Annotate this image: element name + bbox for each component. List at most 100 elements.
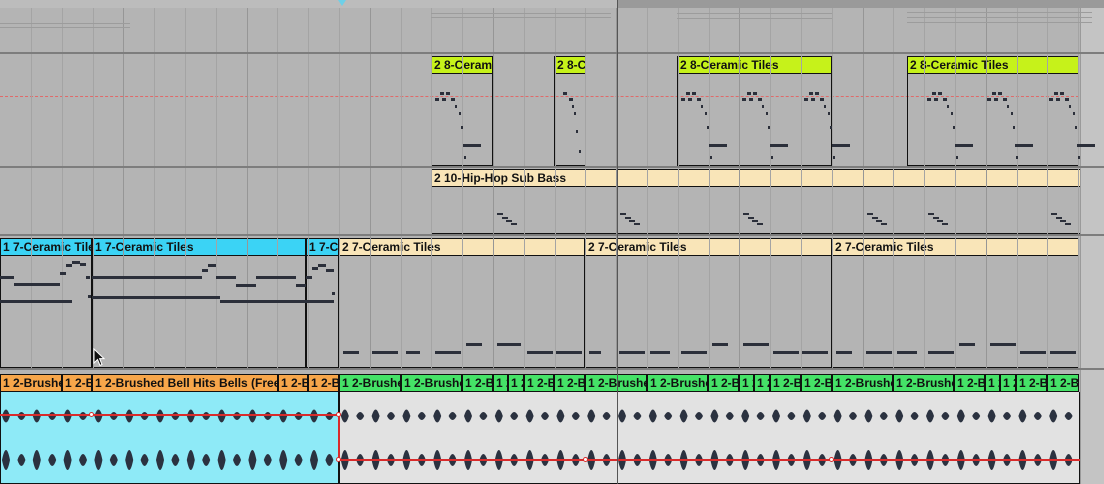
clip-header[interactable]: 1 7-Ceramic Tiles [92, 238, 306, 256]
clip-header[interactable]: 1 2-Brushed Bell Hits Bells (Free) [770, 374, 801, 392]
midi-note[interactable] [0, 300, 72, 303]
clip-header[interactable]: 1 7-Ceramic Tiles [306, 238, 339, 256]
midi-note[interactable] [742, 98, 746, 101]
clip-header[interactable]: 1 2-Brushed Bell Hits Bells (Free) [508, 374, 524, 392]
midi-note[interactable] [820, 98, 824, 101]
midi-note[interactable] [758, 98, 762, 101]
midi-note[interactable] [681, 98, 685, 101]
midi-note[interactable] [881, 223, 887, 225]
midi-note[interactable] [1056, 217, 1062, 219]
clip-header[interactable]: 1 2-Brushed Bell Hits Bells (Free) [708, 374, 739, 392]
midi-note[interactable] [634, 223, 640, 225]
midi-note[interactable] [406, 351, 420, 354]
midi-note[interactable] [942, 223, 948, 225]
midi-note[interactable] [343, 351, 359, 354]
track-top[interactable] [0, 8, 1104, 52]
midi-note[interactable] [934, 98, 938, 101]
midi-note[interactable] [833, 156, 835, 159]
midi-note[interactable] [620, 213, 626, 215]
midi-note[interactable] [619, 351, 645, 354]
midi-note[interactable] [692, 92, 696, 95]
midi-note[interactable] [705, 112, 707, 115]
midi-note[interactable] [66, 264, 72, 267]
midi-note[interactable] [435, 351, 461, 354]
midi-note[interactable] [707, 126, 709, 129]
clip-header[interactable]: 1 2-Brushed Bell Hits Bells (Free) [308, 374, 339, 392]
midi-clip-body[interactable] [92, 256, 306, 368]
midi-note[interactable] [1078, 156, 1080, 159]
midi-note[interactable] [959, 343, 975, 346]
midi-note[interactable] [757, 223, 763, 225]
midi-note[interactable] [836, 351, 852, 354]
midi-note[interactable] [440, 92, 444, 95]
midi-note[interactable] [372, 351, 398, 354]
midi-note[interactable] [697, 98, 701, 101]
midi-note[interactable] [497, 213, 503, 215]
midi-note[interactable] [771, 156, 773, 159]
midi-note[interactable] [1016, 156, 1018, 159]
midi-note[interactable] [92, 296, 214, 299]
midi-note[interactable] [1054, 92, 1058, 95]
midi-note[interactable] [574, 112, 576, 115]
midi-note[interactable] [80, 263, 86, 266]
midi-note[interactable] [701, 105, 703, 108]
midi-note[interactable] [770, 144, 788, 147]
midi-note[interactable] [461, 126, 463, 129]
midi-note[interactable] [876, 220, 882, 222]
midi-note[interactable] [804, 98, 808, 101]
midi-note[interactable] [994, 98, 998, 101]
clip-header[interactable]: 2 8-Ceramic Tiles [907, 56, 1079, 74]
midi-note[interactable] [1056, 98, 1060, 101]
midi-note[interactable] [464, 156, 466, 159]
clip-header[interactable]: 1 2-Brushed Bell Hits Bells (Free) [954, 374, 985, 392]
midi-note[interactable] [743, 213, 749, 215]
arrangement-scrollbar[interactable] [0, 0, 1104, 8]
midi-note[interactable] [747, 92, 751, 95]
midi-note[interactable] [773, 351, 799, 354]
clip-header[interactable]: 2 8-Ceramic Tiles [554, 56, 586, 74]
clip-header[interactable]: 1 2-Brushed Bell Hits Bells (Free) [524, 374, 554, 392]
midi-clip-body[interactable] [306, 256, 339, 368]
clip-header[interactable]: 1 2-Brushed Bell Hits Bells (Free) [647, 374, 708, 392]
midi-note[interactable] [318, 264, 326, 267]
midi-note[interactable] [947, 105, 949, 108]
midi-note[interactable] [928, 213, 934, 215]
midi-note[interactable] [579, 150, 581, 153]
midi-note[interactable] [1065, 98, 1069, 101]
midi-note[interactable] [306, 276, 312, 279]
midi-note[interactable] [998, 92, 1002, 95]
midi-note[interactable] [214, 296, 220, 299]
midi-note[interactable] [466, 343, 482, 346]
midi-note[interactable] [753, 92, 757, 95]
clip-header[interactable]: 1 2-Brushed Bell Hits Bells (Free) [554, 374, 585, 392]
scrollbar-thumb[interactable] [0, 0, 617, 8]
midi-note[interactable] [332, 292, 335, 295]
clip-header[interactable]: 1 2-Brushed Bell Hits Bells (Free) [1000, 374, 1016, 392]
midi-note[interactable] [1073, 112, 1075, 115]
midi-note[interactable] [629, 220, 635, 222]
midi-note[interactable] [511, 223, 517, 225]
midi-note[interactable] [752, 220, 758, 222]
track-ceramic-tiles-8[interactable]: 2 8-Ceramic Tiles 2 8-Ceramic Tiles 2 8-… [0, 54, 1104, 166]
clip-header[interactable]: 1 7-Ceramic Tiles [0, 238, 92, 256]
midi-note[interactable] [681, 351, 707, 354]
midi-note[interactable] [435, 98, 439, 101]
midi-note[interactable] [927, 98, 931, 101]
midi-note[interactable] [502, 217, 508, 219]
midi-note[interactable] [556, 351, 582, 354]
midi-note[interactable] [1003, 98, 1007, 101]
midi-note[interactable] [686, 92, 690, 95]
midi-note[interactable] [749, 98, 753, 101]
midi-note[interactable] [928, 351, 954, 354]
midi-note[interactable] [0, 276, 14, 279]
midi-note[interactable] [943, 98, 947, 101]
midi-note[interactable] [872, 217, 878, 219]
automation-line[interactable] [338, 414, 340, 460]
midi-note[interactable] [766, 112, 768, 115]
clip-header[interactable]: 1 2-Brushed Bell Hits Bells (Free) [401, 374, 462, 392]
midi-note[interactable] [72, 261, 80, 264]
clip-header[interactable]: 1 2-Brushed Bell Hits Bells (Free) [754, 374, 770, 392]
midi-note[interactable] [743, 343, 769, 346]
midi-note[interactable] [1051, 213, 1057, 215]
clip-header[interactable]: 1 2-Brushed Bell Hits Bells (Free) [0, 374, 62, 392]
